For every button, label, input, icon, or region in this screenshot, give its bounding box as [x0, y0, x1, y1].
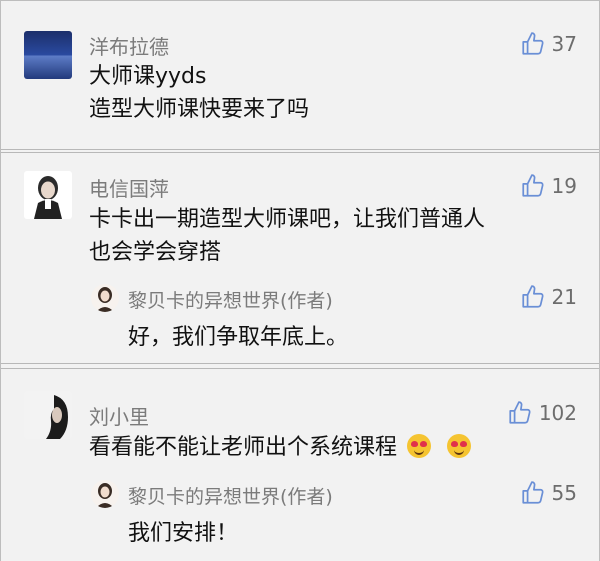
avatar[interactable]	[24, 31, 72, 79]
avatar[interactable]	[24, 391, 72, 439]
like-count: 37	[551, 32, 577, 56]
reply-username[interactable]: 黎贝卡的异想世界(作者)	[128, 286, 333, 313]
comment-username[interactable]: 电信国萍	[89, 173, 169, 202]
avatar[interactable]	[24, 171, 72, 219]
comment-text-line: 看看能不能让老师出个系统课程	[89, 431, 472, 464]
comment-username[interactable]: 洋布拉德	[89, 31, 169, 60]
thumbs-up-icon	[509, 401, 531, 424]
comment-text-line: 大师课yyds	[89, 64, 207, 89]
comment-card: 电信国萍 19 卡卡出一期造型大师课吧，让我们普通人 也会学会穿搭 黎贝卡的异想…	[1, 152, 599, 364]
heart-eyes-emoji	[407, 434, 432, 458]
like-count: 21	[551, 285, 577, 309]
like-button[interactable]: 55	[520, 480, 577, 506]
reply-username[interactable]: 黎贝卡的异想世界(作者)	[128, 482, 333, 509]
comment-text: 看看能不能让老师出个系统课程	[89, 435, 398, 460]
like-count: 102	[538, 401, 577, 425]
reply-text: 我们安排！	[128, 521, 239, 546]
author-avatar[interactable]	[91, 284, 119, 312]
like-button[interactable]: 37	[520, 31, 577, 57]
thumbs-up-icon	[521, 285, 544, 308]
thumbs-up-icon	[521, 481, 544, 504]
thumbs-up-icon	[521, 174, 544, 197]
author-avatar[interactable]	[91, 480, 119, 508]
like-button[interactable]: 19	[520, 173, 577, 199]
like-count: 55	[551, 481, 577, 505]
comment-card: 刘小里 102 看看能不能让老师出个系统课程 黎贝卡的异想世界(作者) 55 我…	[1, 368, 599, 561]
heart-eyes-emoji	[447, 434, 472, 458]
like-button[interactable]: 102	[507, 400, 577, 426]
thumbs-up-icon	[521, 32, 544, 55]
comment-text-line: 也会学会穿搭	[89, 240, 222, 265]
like-count: 19	[551, 174, 577, 198]
comment-card: 洋布拉德 37 大师课yyds 造型大师课快要来了吗	[1, 1, 599, 150]
comment-username[interactable]: 刘小里	[89, 401, 149, 430]
like-button[interactable]: 21	[520, 284, 577, 310]
comment-text-line: 卡卡出一期造型大师课吧，让我们普通人	[89, 207, 486, 232]
comment-list: 洋布拉德 37 大师课yyds 造型大师课快要来了吗 电信国萍 19 卡卡出一期…	[0, 0, 600, 561]
reply-text: 好，我们争取年底上。	[128, 325, 349, 350]
comment-text-line: 造型大师课快要来了吗	[89, 97, 310, 122]
